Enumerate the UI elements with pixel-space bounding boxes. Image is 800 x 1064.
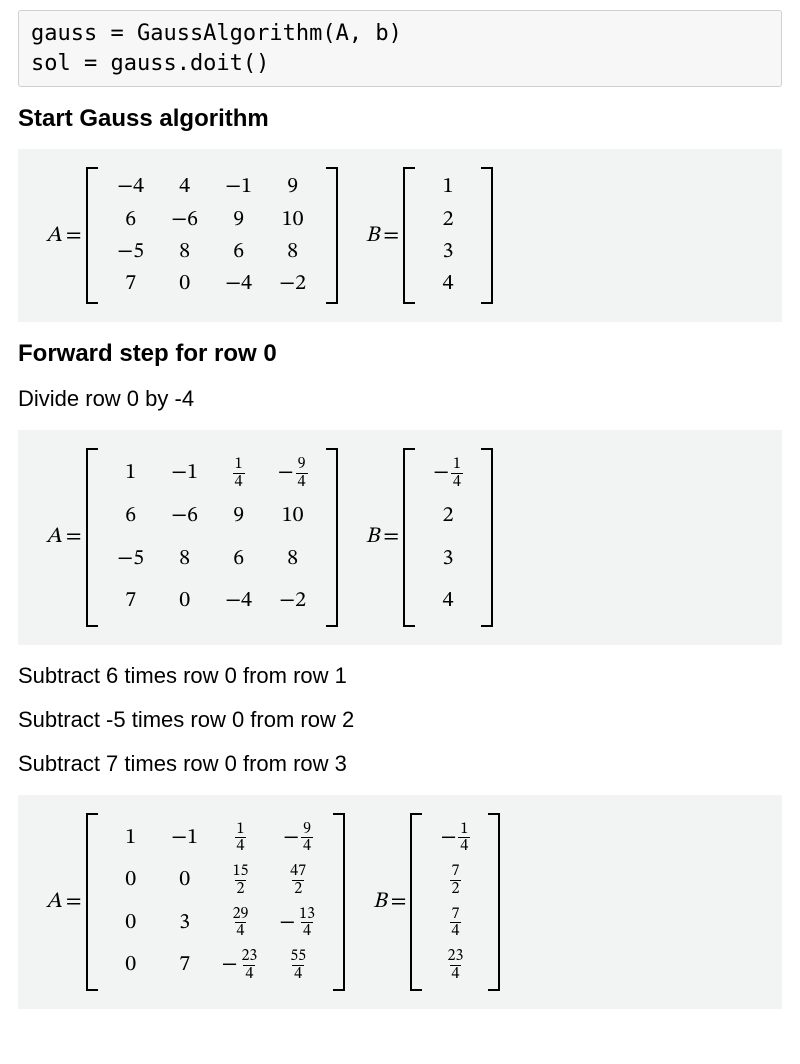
label-A: A: [46, 523, 64, 551]
code-cell[interactable]: gauss = GaussAlgorithm(A, b) sol = gauss…: [18, 10, 782, 87]
matrix-B-1: 1234: [403, 167, 493, 304]
matrix-B-2: 14 2 3 4: [403, 448, 493, 626]
matrix-cell: 8: [266, 543, 320, 575]
matrix-display-2: A = 1−114946−6910−586870−4−2 B = 14234: [18, 430, 782, 644]
matrix-cell: −2: [266, 268, 320, 300]
matrix-cell: 9: [212, 204, 266, 236]
matrix-A-3: 1−11494001524720329413407234554: [86, 813, 345, 991]
matrix-cell: −5: [104, 236, 158, 268]
matrix-cell: 6: [212, 543, 266, 575]
matrix-cell: 134: [269, 902, 327, 945]
matrix-cell: 2: [421, 204, 475, 236]
matrix-cell: 0: [104, 907, 158, 939]
matrix-cell: 3: [421, 236, 475, 268]
step-subtract-row1: Subtract 6 times row 0 from row 1: [18, 663, 782, 689]
matrix-cell: −4: [212, 268, 266, 300]
matrix-cell: 14: [428, 817, 482, 860]
matrix-cell: −1: [158, 457, 212, 489]
matrix-cell: 4: [421, 268, 475, 300]
matrix-cell: 14: [421, 452, 475, 495]
matrix-cell: 94: [271, 817, 325, 860]
matrix-cell: 0: [104, 864, 158, 896]
equals-sign: =: [381, 523, 403, 551]
step-subtract-row3: Subtract 7 times row 0 from row 3: [18, 751, 782, 777]
matrix-cell: −4: [104, 171, 158, 203]
matrix-cell: 8: [266, 236, 320, 268]
matrix-cell: 152: [213, 859, 267, 902]
matrix-cell: 94: [266, 452, 320, 495]
matrix-cell: 1: [104, 457, 158, 489]
equals-sign: =: [64, 888, 86, 916]
matrix-cell: 4: [421, 585, 475, 617]
matrix-cell: 6: [212, 236, 266, 268]
notebook-output: gauss = GaussAlgorithm(A, b) sol = gauss…: [0, 0, 800, 1047]
matrix-cell: 294: [213, 902, 267, 945]
matrix-cell: 14: [213, 817, 267, 860]
matrix-B-3: 147274234: [410, 813, 500, 991]
matrix-cell: 0: [104, 949, 158, 981]
equals-sign: =: [381, 222, 403, 250]
matrix-cell: 9: [266, 171, 320, 203]
matrix-cell: 0: [158, 585, 212, 617]
matrix-cell: 3: [421, 543, 475, 575]
matrix-cell: −1: [158, 822, 212, 854]
matrix-cell: 1: [421, 171, 475, 203]
matrix-cell: 234: [428, 944, 482, 987]
matrix-A-1: −44−196−6910−586870−4−2: [86, 167, 338, 304]
matrix-display-1: A = −44−196−6910−586870−4−2 B = 1234: [18, 149, 782, 322]
matrix-cell: 0: [158, 864, 212, 896]
matrix-cell: 72: [428, 859, 482, 902]
matrix-cell: 8: [158, 543, 212, 575]
matrix-cell: −5: [104, 543, 158, 575]
matrix-cell: 8: [158, 236, 212, 268]
matrix-display-3: A = 1−11494001524720329413407234554 B = …: [18, 795, 782, 1009]
label-A: A: [46, 888, 64, 916]
matrix-cell: 1: [104, 822, 158, 854]
matrix-cell: 14: [212, 452, 266, 495]
matrix-cell: 10: [266, 500, 320, 532]
label-B: B: [373, 888, 389, 916]
equals-sign: =: [389, 888, 411, 916]
matrix-cell: −6: [158, 500, 212, 532]
label-B: B: [366, 523, 382, 551]
matrix-cell: 6: [104, 204, 158, 236]
matrix-cell: −6: [158, 204, 212, 236]
equals-sign: =: [64, 222, 86, 250]
label-A: A: [46, 222, 64, 250]
matrix-cell: 3: [158, 907, 212, 939]
matrix-cell: −2: [266, 585, 320, 617]
step-subtract-row2: Subtract -5 times row 0 from row 2: [18, 707, 782, 733]
matrix-cell: 10: [266, 204, 320, 236]
matrix-cell: 7: [104, 585, 158, 617]
matrix-cell: 0: [158, 268, 212, 300]
label-B: B: [366, 222, 382, 250]
matrix-cell: 7: [104, 268, 158, 300]
step-divide-row0: Divide row 0 by -4: [18, 386, 782, 412]
heading-forward-0: Forward step for row 0: [18, 340, 782, 368]
equals-sign: =: [64, 523, 86, 551]
matrix-cell: 6: [104, 500, 158, 532]
matrix-cell: 554: [271, 944, 325, 987]
matrix-cell: 2: [421, 500, 475, 532]
matrix-cell: 4: [158, 171, 212, 203]
matrix-cell: 9: [212, 500, 266, 532]
matrix-cell: 74: [428, 902, 482, 945]
matrix-cell: −1: [212, 171, 266, 203]
heading-start: Start Gauss algorithm: [18, 105, 782, 133]
matrix-cell: 7: [158, 949, 212, 981]
matrix-cell: 234: [212, 944, 270, 987]
matrix-cell: −4: [212, 585, 266, 617]
matrix-cell: 472: [271, 859, 325, 902]
matrix-A-2: 1−114946−6910−586870−4−2: [86, 448, 338, 626]
